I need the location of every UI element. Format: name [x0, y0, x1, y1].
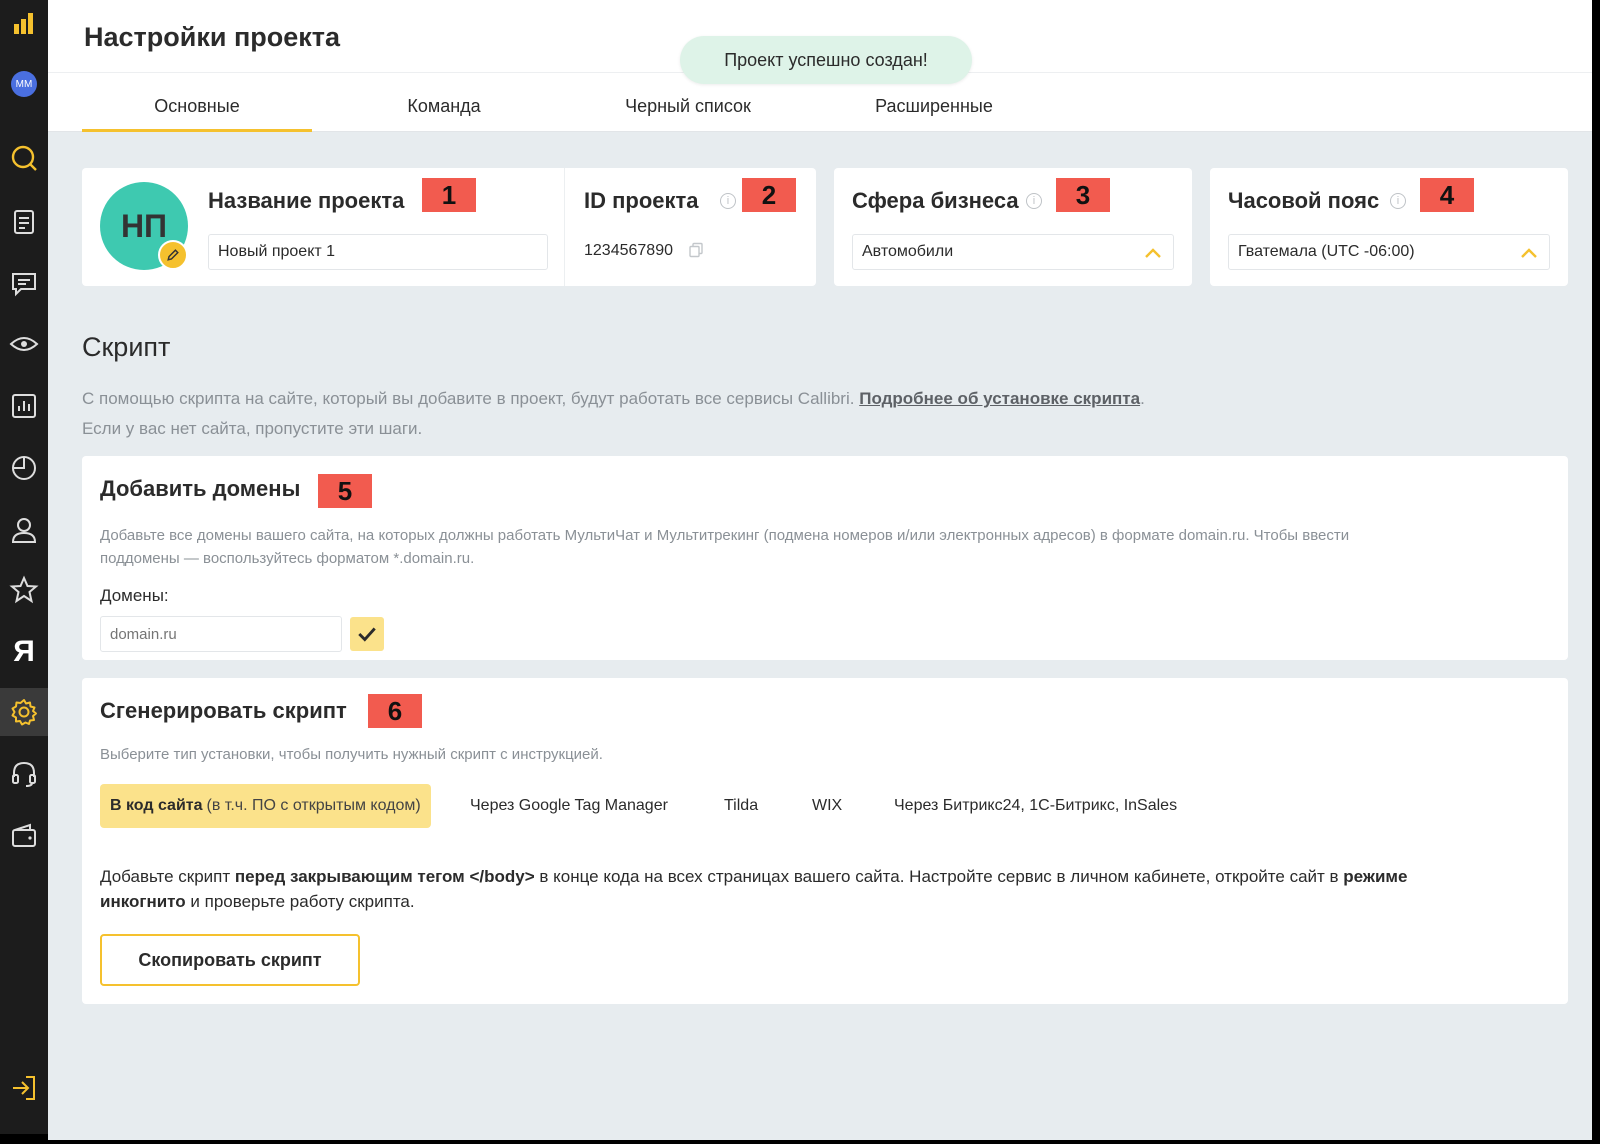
user-avatar[interactable]: MM: [0, 60, 48, 108]
domains-desc-line2: поддомены — воспользуйтесь форматом *.do…: [100, 550, 475, 567]
gear-icon[interactable]: [0, 688, 48, 736]
project-id-value: 1234567890: [584, 242, 673, 259]
annotation-badge-5: 5: [318, 474, 372, 508]
domain-input[interactable]: [100, 616, 342, 652]
domains-desc-line1: Добавьте все домены вашего сайта, на кот…: [100, 527, 1350, 544]
timezone-value: Гватемала (UTC -06:00): [1238, 243, 1415, 260]
instr-part-f: и проверьте работу скрипта.: [185, 892, 415, 911]
timezone-select[interactable]: Гватемала (UTC -06:00): [1228, 234, 1550, 270]
project-id-label: ID проекта: [584, 188, 699, 213]
page-title: Настройки проекта: [84, 22, 341, 52]
option-wix[interactable]: WIX: [802, 784, 852, 828]
tab-team-label: Команда: [407, 96, 481, 116]
annotation-badge-2: 2: [742, 178, 796, 212]
instr-part-b: перед закрывающим тегом </body>: [234, 867, 535, 886]
logout-icon[interactable]: [0, 1064, 48, 1112]
chevron-up-icon: [1145, 248, 1161, 258]
sidebar: MM Я: [0, 0, 48, 1134]
option-bitrix[interactable]: Через Битрикс24, 1С-Битрикс, InSales: [884, 784, 1187, 828]
script-desc-line1: С помощью скрипта на сайте, который вы д…: [82, 384, 1145, 414]
check-icon: [358, 627, 376, 642]
generate-script-card: Сгенерировать скрипт 6 Выберите тип уста…: [82, 678, 1568, 1004]
option-tilda[interactable]: Tilda: [714, 784, 768, 828]
info-icon[interactable]: i: [1390, 193, 1406, 209]
copy-script-button[interactable]: Скопировать скрипт: [100, 934, 360, 986]
annotation-badge-6: 6: [368, 694, 422, 728]
install-instructions: Добавьте скрипт перед закрывающим тегом …: [100, 864, 1550, 914]
user-icon[interactable]: [0, 506, 48, 554]
card-divider: [564, 168, 565, 286]
script-description: С помощью скрипта на сайте, который вы д…: [82, 384, 1145, 444]
script-desc-line2: Если у вас нет сайта, пропустите эти шаг…: [82, 419, 423, 438]
pencil-icon[interactable]: [158, 240, 188, 270]
timezone-label: Часовой пояс: [1228, 188, 1380, 213]
domains-title: Добавить домены: [100, 476, 301, 501]
success-toast: Проект успешно создан!: [680, 36, 972, 84]
wallet-icon[interactable]: [0, 812, 48, 860]
annotation-badge-4: 4: [1420, 178, 1474, 212]
chevron-up-icon: [1521, 248, 1537, 258]
chart-icon[interactable]: [0, 382, 48, 430]
tab-blacklist-label: Черный список: [625, 96, 751, 116]
script-desc-text: С помощью скрипта на сайте, который вы д…: [82, 389, 855, 408]
logo-bars-icon[interactable]: [0, 0, 48, 48]
script-install-link[interactable]: Подробнее об установке скрипта: [859, 389, 1140, 408]
domains-card: Добавить домены 5 Добавьте все домены ва…: [82, 456, 1568, 660]
main-content: Настройки проекта Основные Команда Черны…: [48, 0, 1592, 1140]
option-site-code-sub: (в т.ч. ПО с открытым кодом): [206, 797, 421, 814]
project-name-label: Название проекта: [208, 188, 405, 213]
tab-main[interactable]: Основные: [82, 96, 312, 132]
project-info-card: НП Название проекта 1 Новый проект 1 ID …: [82, 168, 816, 286]
pie-icon[interactable]: [0, 444, 48, 492]
app-frame: MM Я Настройки проекта Основные Команда …: [0, 0, 1600, 1144]
script-desc-period: .: [1140, 389, 1145, 408]
confirm-domain-button[interactable]: [350, 617, 384, 651]
instr-part-d: режиме: [1343, 867, 1408, 886]
instr-part-c: в конце кода на всех страницах вашего са…: [534, 867, 1344, 886]
domains-description: Добавьте все домены вашего сайта, на кот…: [100, 524, 1540, 570]
option-site-code-label: В код сайта: [110, 797, 203, 814]
yandex-icon[interactable]: Я: [0, 628, 48, 676]
generate-title: Сгенерировать скрипт: [100, 698, 347, 723]
page-header: Настройки проекта Основные Команда Черны…: [48, 0, 1592, 132]
tab-advanced-label: Расширенные: [875, 96, 993, 116]
timezone-card: Часовой пояс i 4 Гватемала (UTC -06:00): [1210, 168, 1568, 286]
tab-team[interactable]: Команда: [344, 96, 544, 132]
option-gtm[interactable]: Через Google Tag Manager: [460, 784, 678, 828]
business-card: Сфера бизнеса i 3 Автомобили: [834, 168, 1192, 286]
tab-advanced[interactable]: Расширенные: [834, 96, 1034, 132]
info-icon[interactable]: i: [720, 193, 736, 209]
annotation-badge-1: 1: [422, 178, 476, 212]
search-icon[interactable]: [0, 134, 48, 182]
yandex-letter: Я: [13, 635, 35, 668]
business-label: Сфера бизнеса: [852, 188, 1019, 213]
project-name-input[interactable]: Новый проект 1: [208, 234, 548, 270]
chat-icon[interactable]: [0, 260, 48, 308]
star-icon[interactable]: [0, 566, 48, 614]
instr-part-a: Добавьте скрипт: [100, 867, 235, 886]
option-site-code[interactable]: В код сайта (в т.ч. ПО с открытым кодом): [100, 784, 431, 828]
business-value: Автомобили: [862, 243, 954, 260]
tab-blacklist[interactable]: Черный список: [588, 96, 788, 132]
eye-icon[interactable]: [0, 320, 48, 368]
generate-description: Выберите тип установки, чтобы получить н…: [100, 746, 603, 763]
tab-main-label: Основные: [154, 96, 240, 116]
avatar-initials: MM: [11, 71, 37, 97]
info-icon[interactable]: i: [1026, 193, 1042, 209]
copy-icon[interactable]: [688, 242, 704, 263]
headset-icon[interactable]: [0, 750, 48, 798]
script-section-title: Скрипт: [82, 332, 171, 362]
domains-field-label: Домены:: [100, 586, 169, 605]
business-select[interactable]: Автомобили: [852, 234, 1174, 270]
document-icon[interactable]: [0, 198, 48, 246]
instr-part-e: инкогнито: [100, 892, 186, 911]
annotation-badge-3: 3: [1056, 178, 1110, 212]
